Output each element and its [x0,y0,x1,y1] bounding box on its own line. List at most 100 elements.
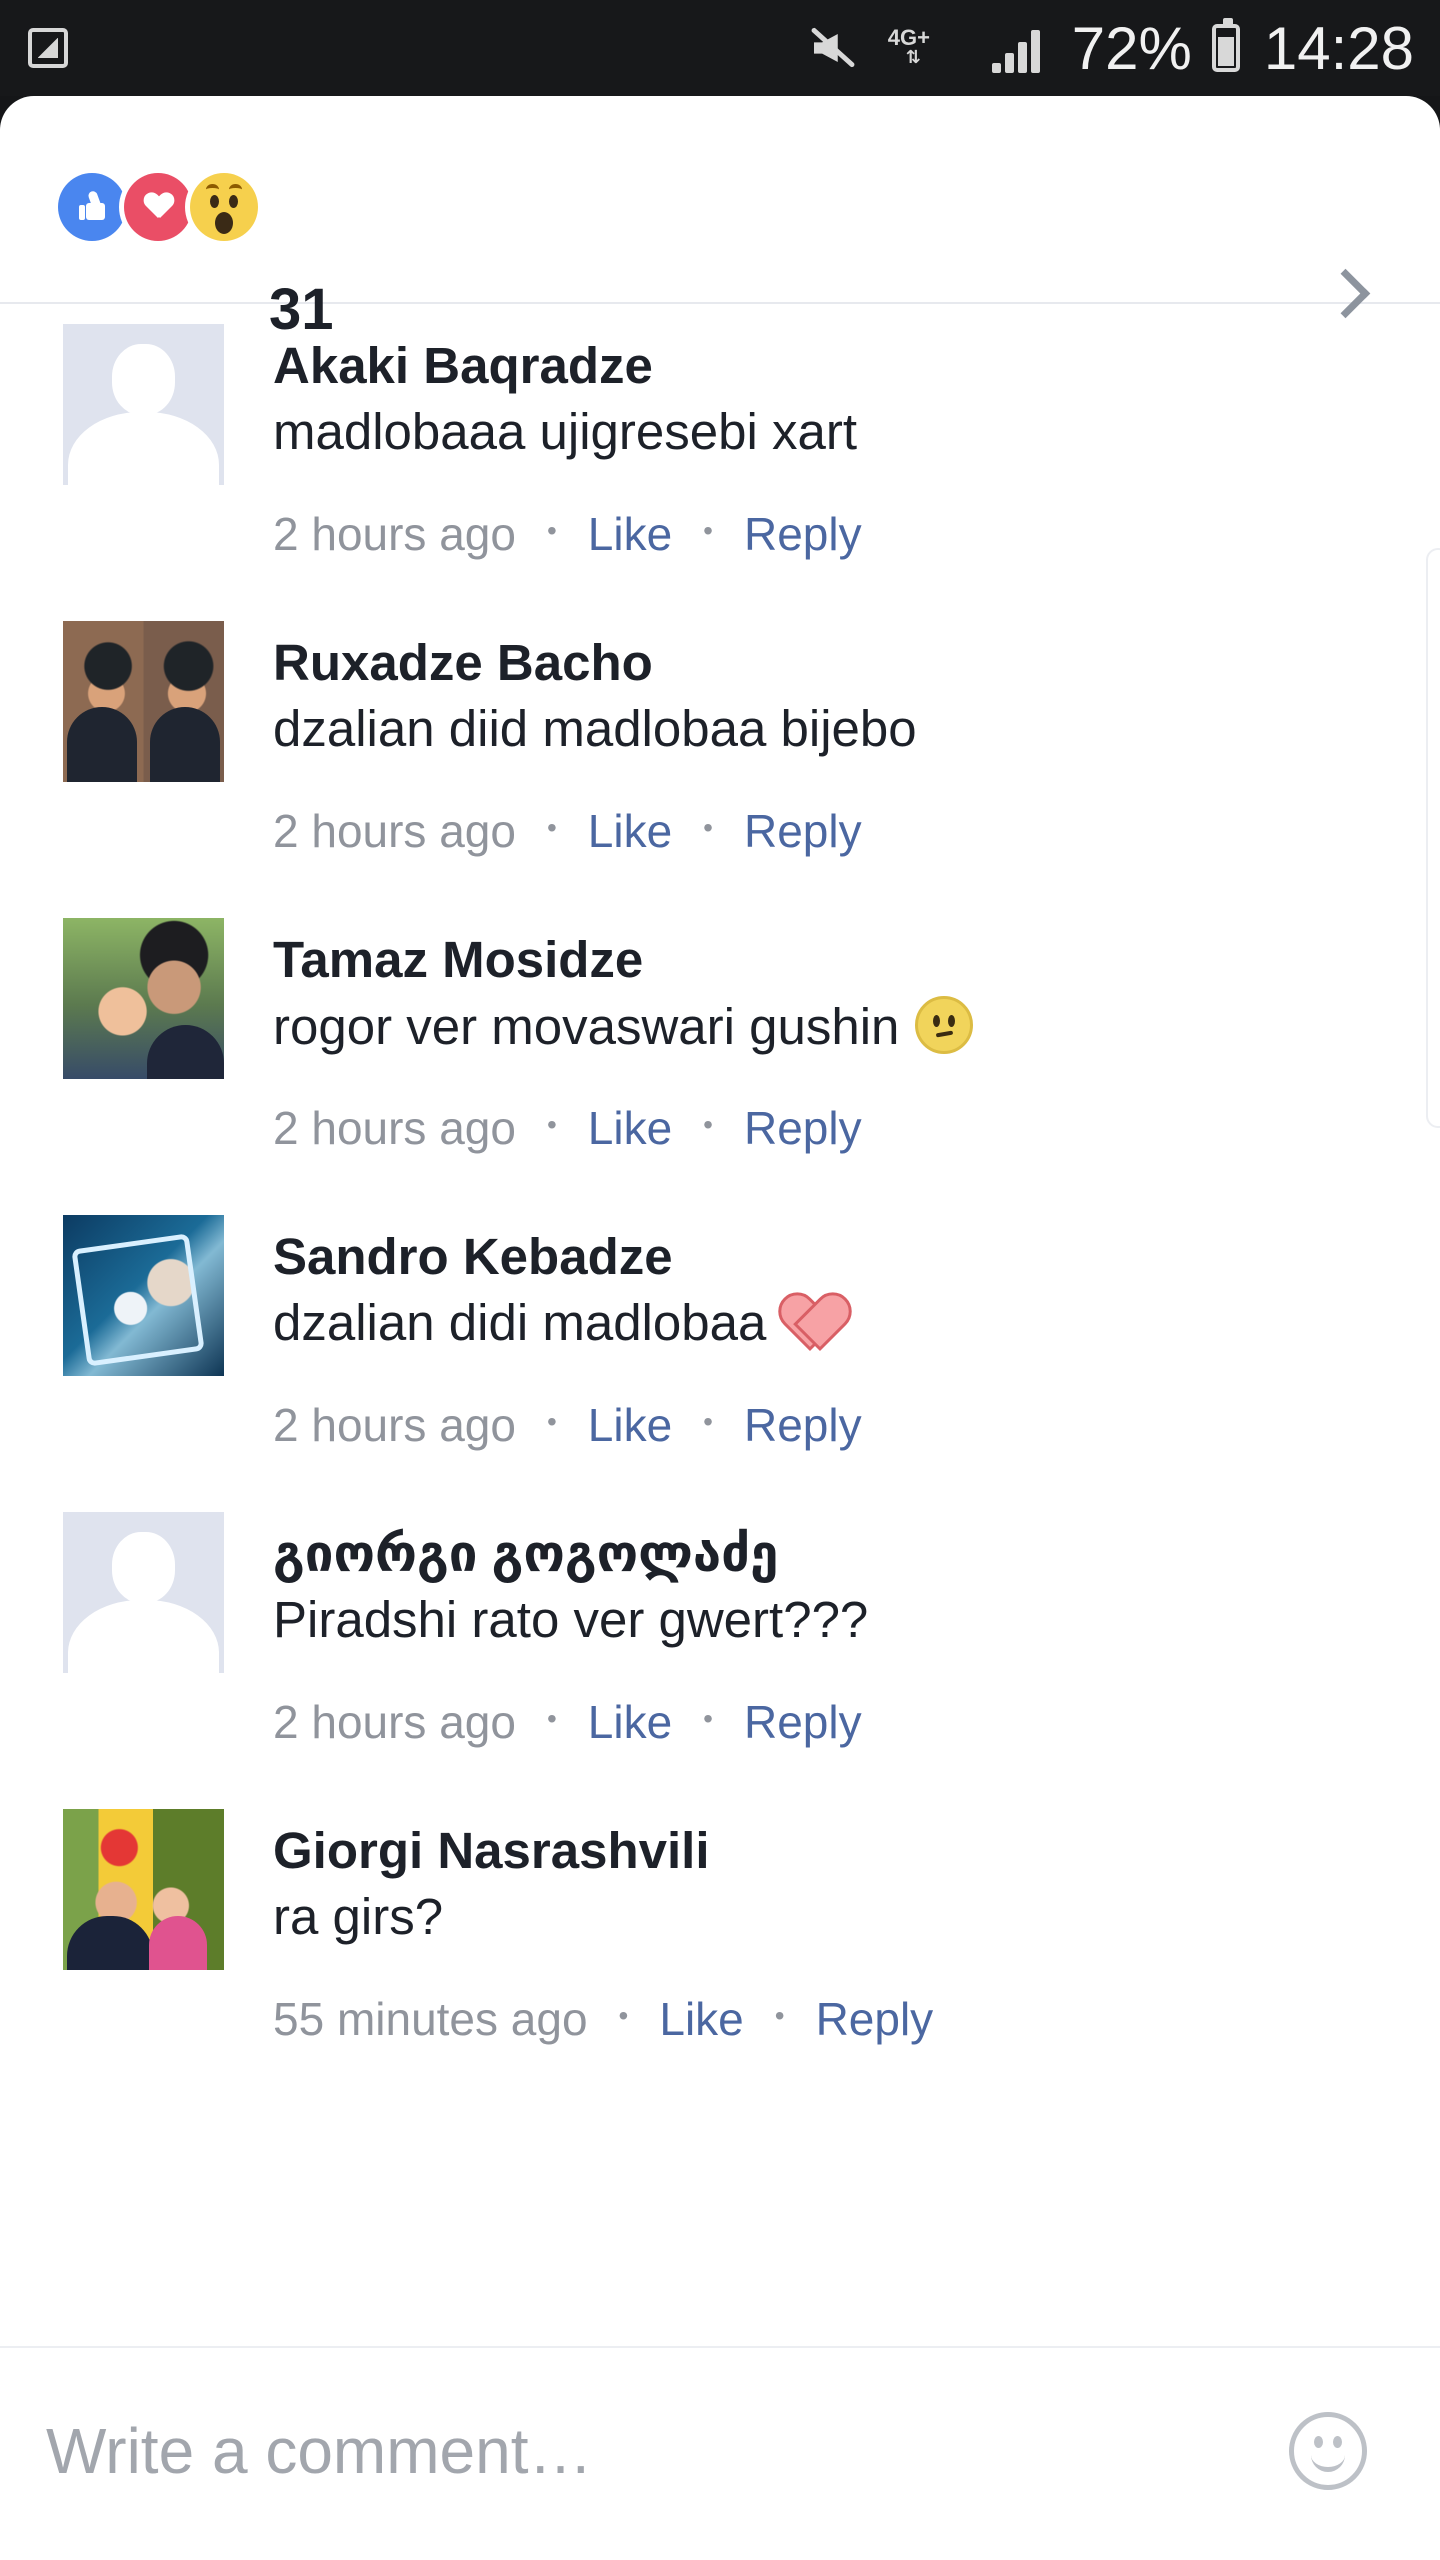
separator-dot: • [703,1406,713,1437]
signal-bar-4 [1030,30,1040,73]
network-arrows-icon: ⇅ [905,47,921,67]
network-icon: 4G+ ⇅ [888,21,972,75]
gallery-icon-glyph [38,38,58,58]
comment-input[interactable] [46,2406,1216,2496]
comment-item: Giorgi Nasrashvili ra girs? 55 minutes a… [0,1806,1440,2103]
avatar[interactable] [63,1512,224,1673]
reactions-summary[interactable]: 31 [0,96,1440,342]
like-button[interactable]: Like [588,1695,672,1749]
reply-button[interactable]: Reply [744,507,862,561]
comment-time: 2 hours ago [273,1102,516,1154]
wow-left-eye [210,195,219,208]
gallery-icon [28,28,68,68]
reply-button[interactable]: Reply [744,1695,862,1749]
comment-actions: 55 minutes ago • Like • Reply [273,1989,933,2049]
battery-icon [1211,18,1240,72]
like-button[interactable]: Like [659,1992,743,2046]
comment-author[interactable]: Sandro Kebadze [273,1227,673,1286]
comments-list: Akaki Baqradze madlobaaa ujigresebi xart… [0,321,1440,2103]
heart-icon [144,193,172,221]
comment-item: Ruxadze Bacho dzalian diid madlobaa bije… [0,618,1440,915]
signal-bar-3 [1017,42,1027,73]
thumbs-up-icon [79,190,105,220]
mute-icon [796,26,868,70]
separator-dot: • [703,812,713,843]
comment-composer [0,2346,1440,2560]
wow-right-brow [229,184,242,195]
comment-item: Tamaz Mosidze rogor ver movaswari gushin… [0,915,1440,1212]
comments-sheet: 31 Akaki Baqradze madlobaaa ujigresebi x… [0,96,1440,2560]
separator-dot: • [774,2000,785,2031]
comment-actions: 2 hours ago • Like • Reply [273,1395,862,1455]
heart-icon [782,1295,840,1351]
avatar[interactable] [63,621,224,782]
comment-actions: 2 hours ago • Like • Reply [273,1098,862,1158]
comment-text: rogor ver movaswari gushin [273,998,900,1055]
separator-dot: • [703,1109,713,1140]
comment-item: გიორგი გოგოლაძე Piradshi rato ver gwert?… [0,1509,1440,1806]
comment-time: 2 hours ago [273,1399,516,1451]
status-time: 14:28 [1263,14,1414,82]
separator-dot: • [618,2000,629,2031]
comment-author[interactable]: გიორგი გოგოლაძე [273,1524,778,1584]
thumbs-up-cuff [79,205,85,220]
reply-button[interactable]: Reply [744,1398,862,1452]
separator-dot: • [703,515,713,546]
separator-dot: • [546,1109,557,1140]
comment-author[interactable]: Giorgi Nasrashvili [273,1821,710,1880]
emoji-smile-shape [1311,2449,1345,2472]
emoji-mouth [936,1030,954,1038]
battery-level [1217,37,1234,66]
love-reaction-icon [124,173,192,241]
reply-button[interactable]: Reply [816,1992,934,2046]
like-button[interactable]: Like [588,507,672,561]
signal-bar-1 [991,63,1001,73]
signal-bar-2 [1004,53,1014,73]
comment-actions: 2 hours ago • Like • Reply [273,504,862,564]
chevron-right-icon[interactable] [1328,276,1362,310]
comment-time: 2 hours ago [273,805,516,857]
comment-author[interactable]: Ruxadze Bacho [273,633,653,692]
signal-icon [991,23,1052,73]
slightly-frowning-face-icon [915,996,974,1054]
comment-author[interactable]: Akaki Baqradze [273,336,653,395]
reply-button[interactable]: Reply [744,804,862,858]
comment-text: madlobaaa ujigresebi xart [273,403,858,460]
wow-right-eye [229,195,238,208]
emoji-icon[interactable] [1289,2412,1367,2490]
status-bar: 4G+ ⇅ 72% 14:28 [0,0,1440,96]
battery-percentage: 72% [1071,14,1192,82]
separator-dot: • [703,1703,713,1734]
comment-item: Sandro Kebadze dzalian didi madlobaa 2 h… [0,1212,1440,1509]
comment-text: ra girs? [273,1888,444,1945]
wow-mouth [215,212,233,234]
avatar[interactable] [63,1215,224,1376]
reply-button[interactable]: Reply [744,1101,862,1155]
like-reaction-icon [58,173,126,241]
comment-text-row: rogor ver movaswari gushin [273,996,974,1056]
avatar[interactable] [63,324,224,485]
wow-left-brow [206,184,219,195]
comment-text: dzalian didi madlobaa [273,1294,767,1351]
avatar[interactable] [63,918,224,1079]
separator-dot: • [546,1703,557,1734]
like-button[interactable]: Like [588,1398,672,1452]
like-button[interactable]: Like [588,1101,672,1155]
scroll-indicator[interactable] [1426,548,1440,1128]
status-indicators: 4G+ ⇅ 72% 14:28 [796,10,1414,86]
comment-time: 2 hours ago [273,508,516,560]
avatar[interactable] [63,1809,224,1970]
comment-time: 2 hours ago [273,1696,516,1748]
comment-actions: 2 hours ago • Like • Reply [273,1692,862,1752]
comment-item: Akaki Baqradze madlobaaa ujigresebi xart… [0,321,1440,618]
comment-text-row: dzalian didi madlobaa [273,1293,840,1352]
wow-reaction-icon [190,173,258,241]
comment-time: 55 minutes ago [273,1993,588,2045]
wow-face-icon [190,173,258,241]
separator-dot: • [546,812,557,843]
comment-actions: 2 hours ago • Like • Reply [273,801,862,861]
comment-author[interactable]: Tamaz Mosidze [273,930,643,989]
comment-text: Piradshi rato ver gwert??? [273,1591,869,1648]
like-button[interactable]: Like [588,804,672,858]
separator-dot: • [546,1406,557,1437]
